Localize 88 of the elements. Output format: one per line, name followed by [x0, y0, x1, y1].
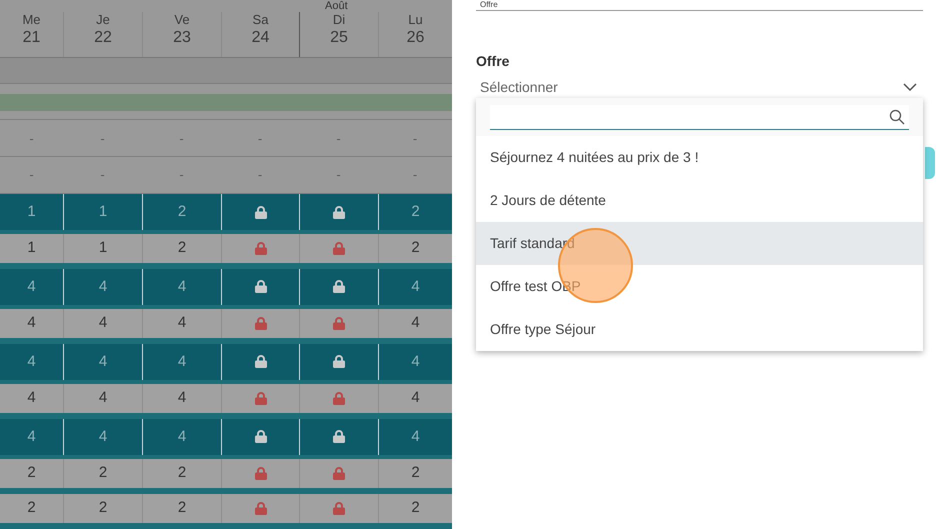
dropdown-option[interactable]: 2 Jours de détente: [476, 179, 923, 222]
table-cell-text: 4: [411, 352, 420, 372]
table-cell-text: 4: [98, 313, 108, 334]
lock-icon: [332, 242, 346, 255]
table-cell-text: 2: [411, 202, 420, 222]
lock-icon: [332, 280, 346, 294]
table-cell-text: 4: [178, 276, 186, 297]
weekday-label: Je: [96, 12, 110, 28]
lock-icon: [254, 206, 268, 218]
lock-icon: [254, 280, 268, 294]
table-cell-text: 4: [411, 313, 420, 334]
date-label: 22: [94, 28, 112, 48]
table-cell-text: 4: [27, 426, 36, 447]
lock-icon: [332, 355, 346, 368]
table-cell-text: 4: [411, 426, 420, 447]
table-cell-text: 2: [98, 463, 108, 484]
table-cell-text: 1: [98, 202, 108, 222]
table-cell-text: 4: [27, 352, 36, 372]
lock-icon: [254, 502, 268, 515]
field-value: Offre: [480, 0, 498, 9]
table-cell-text: 4: [27, 388, 36, 408]
table-cell-text: -: [29, 166, 34, 184]
table-cell-text: 2: [178, 463, 186, 484]
table-cell-text: -: [336, 130, 341, 148]
table-cell-text: -: [100, 130, 105, 148]
lock-icon: [332, 206, 346, 218]
table-cell-text: 4: [98, 352, 108, 372]
table-cell-text: -: [258, 130, 262, 148]
lock-icon: [254, 392, 268, 405]
table-cell-text: 4: [98, 426, 108, 447]
table-cell-text: 4: [178, 426, 186, 447]
table-cell-text: 4: [411, 276, 420, 297]
table-cell-text: 4: [411, 388, 420, 408]
lock-icon: [332, 430, 346, 444]
table-cell-text: 2: [178, 498, 186, 518]
table-cell-text: -: [258, 166, 262, 184]
table-cell-text: 2: [178, 202, 186, 222]
chevron-down-icon: [903, 83, 917, 91]
table-cell-text: 4: [98, 276, 108, 297]
table-cell-text: -: [100, 166, 105, 184]
lock-icon: [332, 502, 346, 515]
table-cell-text: 1: [27, 238, 36, 258]
lock-icon: [254, 355, 268, 368]
date-label: 25: [330, 28, 348, 48]
month-label: Août: [325, 0, 348, 12]
table-cell-text: 1: [27, 202, 36, 222]
date-label: 23: [173, 28, 191, 48]
dropdown-option[interactable]: Séjournez 4 nuitées au prix de 3 !: [476, 136, 923, 179]
table-cell-text: -: [412, 130, 418, 148]
table-cell-text: 2: [178, 238, 186, 258]
search-field[interactable]: [490, 105, 909, 130]
field-label: Offre: [476, 52, 510, 70]
table-cell-text: 2: [27, 463, 36, 484]
lock-icon: [332, 466, 346, 480]
date-label: 24: [252, 28, 270, 48]
table-cell-text: 4: [178, 352, 186, 372]
weekday-label: Lu: [408, 12, 423, 28]
dropdown-option[interactable]: Offre type Séjour: [476, 308, 923, 351]
table-cell-text: 4: [27, 276, 36, 297]
search-icon: [889, 109, 905, 125]
offer-select[interactable]: Sélectionner: [476, 76, 923, 98]
weekday-label: Di: [332, 12, 346, 28]
table-cell-text: -: [29, 130, 34, 148]
table-cell-text: -: [179, 166, 184, 184]
table-cell-text: 1: [98, 238, 108, 258]
lock-icon: [254, 466, 268, 480]
table-cell-text: -: [336, 166, 341, 184]
table-cell-text: -: [412, 166, 418, 184]
date-label: 26: [406, 28, 424, 48]
date-label: 21: [22, 28, 40, 48]
lock-icon: [332, 392, 346, 405]
lock-icon: [254, 316, 268, 330]
table-cell-text: 2: [411, 238, 420, 258]
lock-icon: [254, 430, 268, 444]
table-cell-text: 2: [98, 498, 108, 518]
weekday-label: Me: [22, 12, 41, 28]
table-cell-text: -: [179, 130, 184, 148]
lock-icon: [254, 242, 268, 255]
table-cell-text: 2: [27, 498, 36, 518]
table-cell-text: 4: [27, 313, 36, 334]
weekday-label: Sa: [252, 12, 268, 28]
table-cell-text: 4: [178, 388, 186, 408]
lock-icon: [332, 316, 346, 330]
table-cell-text: 4: [178, 313, 186, 334]
table-cell-text: 2: [411, 498, 420, 518]
weekday-label: Ve: [174, 12, 190, 28]
table-cell-text: 4: [98, 388, 108, 408]
table-cell-text: 2: [411, 463, 420, 484]
